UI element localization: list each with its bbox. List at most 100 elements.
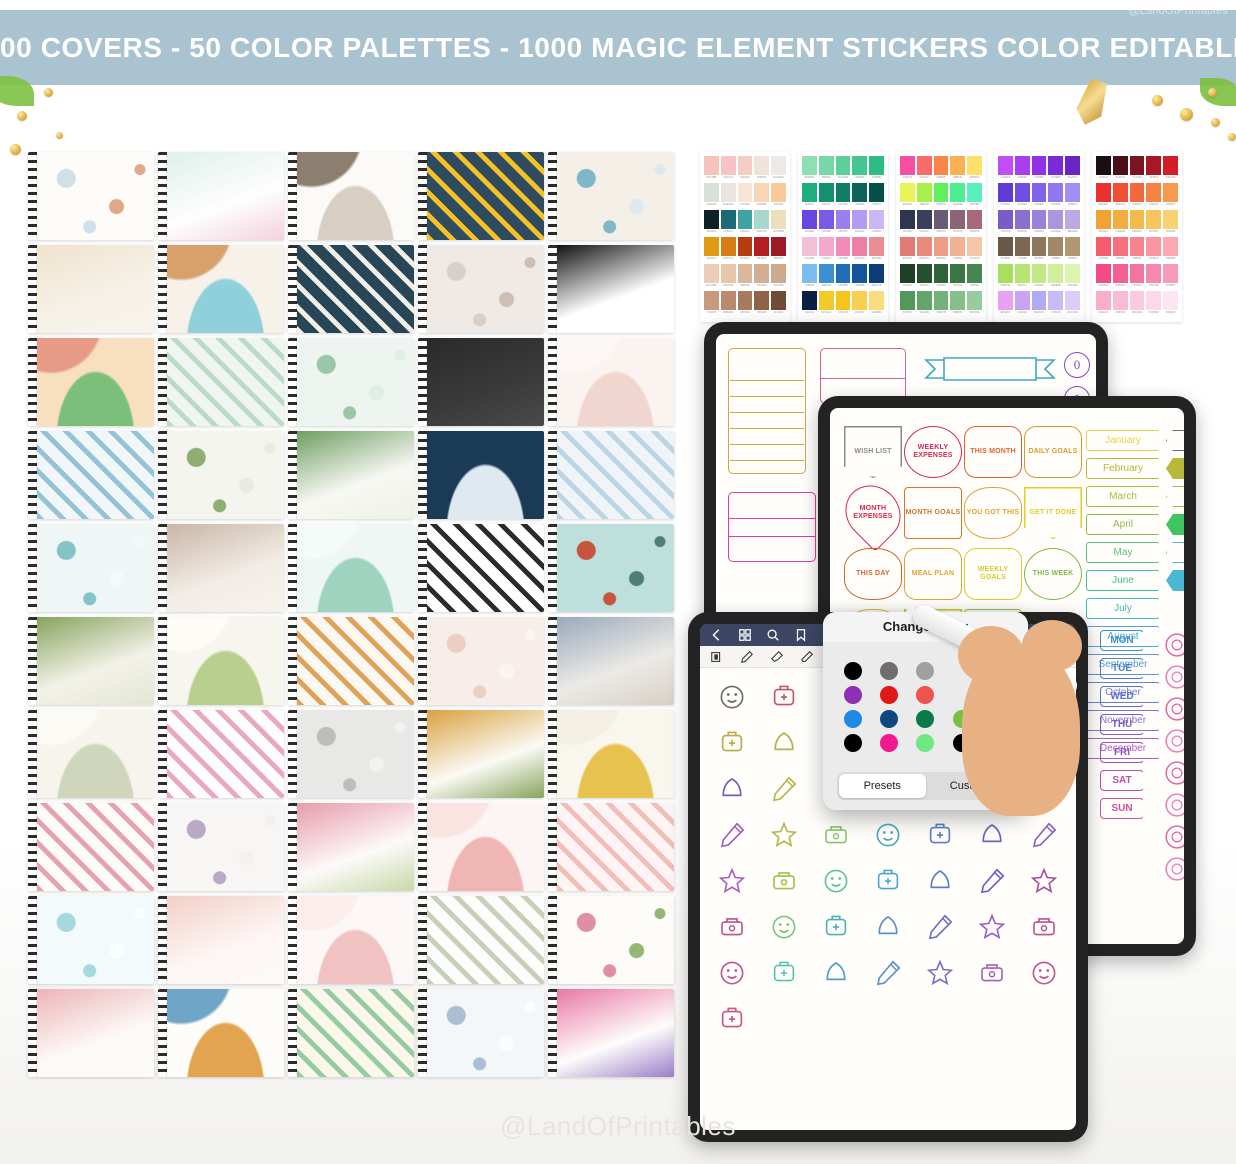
color-dot[interactable] — [880, 710, 899, 728]
color-swatch[interactable]: F573A0 — [1129, 264, 1145, 289]
cover-thumbnail[interactable] — [28, 896, 154, 984]
color-swatch[interactable]: 62EF5D — [933, 183, 949, 208]
color-swatch[interactable]: EE9C86 — [933, 237, 949, 262]
swatch-chip[interactable] — [771, 183, 786, 202]
swatch-chip[interactable] — [1065, 210, 1080, 229]
swatch-chip[interactable] — [771, 291, 786, 310]
color-swatch[interactable]: E8C5AB — [720, 264, 736, 289]
swatch-chip[interactable] — [967, 237, 982, 256]
swatch-chip[interactable] — [869, 291, 884, 310]
color-swatch[interactable]: F86F80 — [1112, 237, 1128, 262]
cover-thumbnail[interactable] — [158, 617, 284, 705]
swatch-chip[interactable] — [802, 210, 817, 229]
cover-thumbnail[interactable] — [418, 338, 544, 426]
flower-pot-icon[interactable] — [977, 912, 1007, 942]
color-swatch[interactable]: 7CBDEF — [802, 264, 817, 289]
label-sticker[interactable]: THIS MONTH — [964, 426, 1022, 478]
swatch-chip[interactable] — [900, 156, 915, 175]
cover-thumbnail[interactable] — [548, 338, 674, 426]
color-swatch[interactable]: B29870 — [1065, 237, 1080, 262]
swatch-chip[interactable] — [1096, 291, 1111, 310]
color-swatch[interactable]: F2B094 — [950, 237, 966, 262]
color-swatch[interactable]: 6A45E0 — [802, 210, 817, 235]
swatch-chip[interactable] — [835, 183, 851, 202]
globe-icon[interactable] — [821, 866, 851, 896]
color-swatch[interactable]: F4CEC5 — [737, 156, 753, 181]
swatch-chip[interactable] — [818, 210, 834, 229]
swatch-chip[interactable] — [916, 264, 932, 283]
cover-thumbnail[interactable] — [548, 710, 674, 798]
swatch-chip[interactable] — [1031, 210, 1047, 229]
medicine-bottle-icon[interactable] — [717, 774, 747, 804]
color-swatch[interactable]: A87A5D — [737, 291, 753, 316]
color-swatch[interactable]: A38EF2 — [1065, 183, 1080, 208]
color-swatch[interactable]: AA95DE — [1048, 210, 1064, 235]
color-swatch[interactable]: 53975C — [900, 291, 915, 316]
color-swatch[interactable]: DBB79C — [737, 264, 753, 289]
color-swatch[interactable]: F3683C — [1129, 183, 1145, 208]
swatch-chip[interactable] — [950, 183, 966, 202]
color-swatch[interactable]: 3FA3A1 — [737, 210, 753, 235]
lollipop-icon[interactable] — [873, 912, 903, 942]
color-swatch[interactable]: E8F55A — [900, 183, 915, 208]
lock-icon[interactable] — [821, 912, 851, 942]
color-swatch[interactable]: B49AF2 — [852, 210, 868, 235]
color-dot[interactable] — [988, 734, 1007, 752]
airplane-icon[interactable] — [873, 866, 903, 896]
swatch-chip[interactable] — [1129, 156, 1145, 175]
cover-thumbnail[interactable] — [418, 152, 544, 240]
month-banner[interactable]: March — [1086, 486, 1160, 507]
pink-circle-icon[interactable] — [1164, 792, 1184, 818]
color-swatch[interactable]: 159071 — [818, 183, 834, 208]
color-swatch[interactable]: F35F92 — [1112, 264, 1128, 289]
tooth-icon[interactable] — [769, 958, 799, 988]
swatch-chip[interactable] — [835, 264, 851, 283]
swatch-chip[interactable] — [771, 264, 786, 283]
color-swatch[interactable]: F24B84 — [1096, 264, 1111, 289]
swatch-chip[interactable] — [704, 210, 719, 229]
smiley-laugh-icon[interactable] — [717, 958, 747, 988]
color-swatch[interactable]: F8C99A — [771, 183, 786, 208]
swatch-chip[interactable] — [933, 183, 949, 202]
color-swatch[interactable]: 6A5848 — [998, 237, 1013, 262]
color-swatch[interactable]: 8063E8 — [1031, 183, 1047, 208]
color-swatch[interactable]: 9B7FF0 — [835, 210, 851, 235]
swatch-chip[interactable] — [1096, 156, 1111, 175]
camper-van-icon[interactable] — [977, 866, 1007, 896]
cover-thumbnail[interactable] — [288, 803, 414, 891]
swatch-chip[interactable] — [737, 291, 753, 310]
color-swatch[interactable]: 9030E8 — [1031, 156, 1047, 181]
color-swatch[interactable]: B21E22 — [754, 237, 770, 262]
cover-thumbnail[interactable] — [158, 803, 284, 891]
swatch-chip[interactable] — [704, 264, 719, 283]
swatch-chip[interactable] — [1129, 183, 1145, 202]
swatch-chip[interactable] — [933, 291, 949, 310]
label-sticker[interactable]: DAILY GOALS — [1024, 426, 1082, 478]
swatch-chip[interactable] — [802, 156, 817, 175]
swatch-chip[interactable] — [1112, 210, 1128, 229]
year-banner[interactable]: 2023 — [1166, 514, 1184, 535]
swatch-chip[interactable] — [818, 264, 834, 283]
trolley-icon[interactable] — [925, 958, 955, 988]
swatch-chip[interactable] — [869, 156, 884, 175]
swatch-chip[interactable] — [950, 264, 966, 283]
color-swatch[interactable]: 07504A — [869, 183, 884, 208]
pink-circle-icon[interactable] — [1164, 856, 1184, 882]
day-banner[interactable]: WED — [1100, 686, 1144, 707]
palette-card[interactable]: C14EF5 A93DF0 9030E8 7C29D8 6A24C4 5F3BD6 6F4F… — [994, 152, 1084, 322]
swatch-chip[interactable] — [869, 210, 884, 229]
swatch-chip[interactable] — [771, 237, 786, 256]
month-banner[interactable]: January — [1086, 430, 1160, 451]
year-banner[interactable]: 2024 — [1166, 458, 1184, 479]
bell-icon[interactable] — [821, 958, 851, 988]
color-swatch[interactable]: 59F0BF — [967, 183, 982, 208]
color-swatch[interactable]: 6F4FE0 — [1014, 183, 1030, 208]
color-swatch[interactable]: FBCADE — [1129, 291, 1145, 316]
label-sticker[interactable]: THIS WEEK — [1024, 548, 1082, 600]
color-swatch[interactable]: F0E3DC — [754, 156, 770, 181]
color-swatch[interactable]: FDE6F2 — [1163, 291, 1178, 316]
color-swatch[interactable]: 3D8FD4 — [818, 264, 834, 289]
swatch-chip[interactable] — [1014, 291, 1030, 310]
color-swatch[interactable]: F6C41D — [835, 291, 851, 316]
speech-bubbles-icon[interactable] — [925, 866, 955, 896]
